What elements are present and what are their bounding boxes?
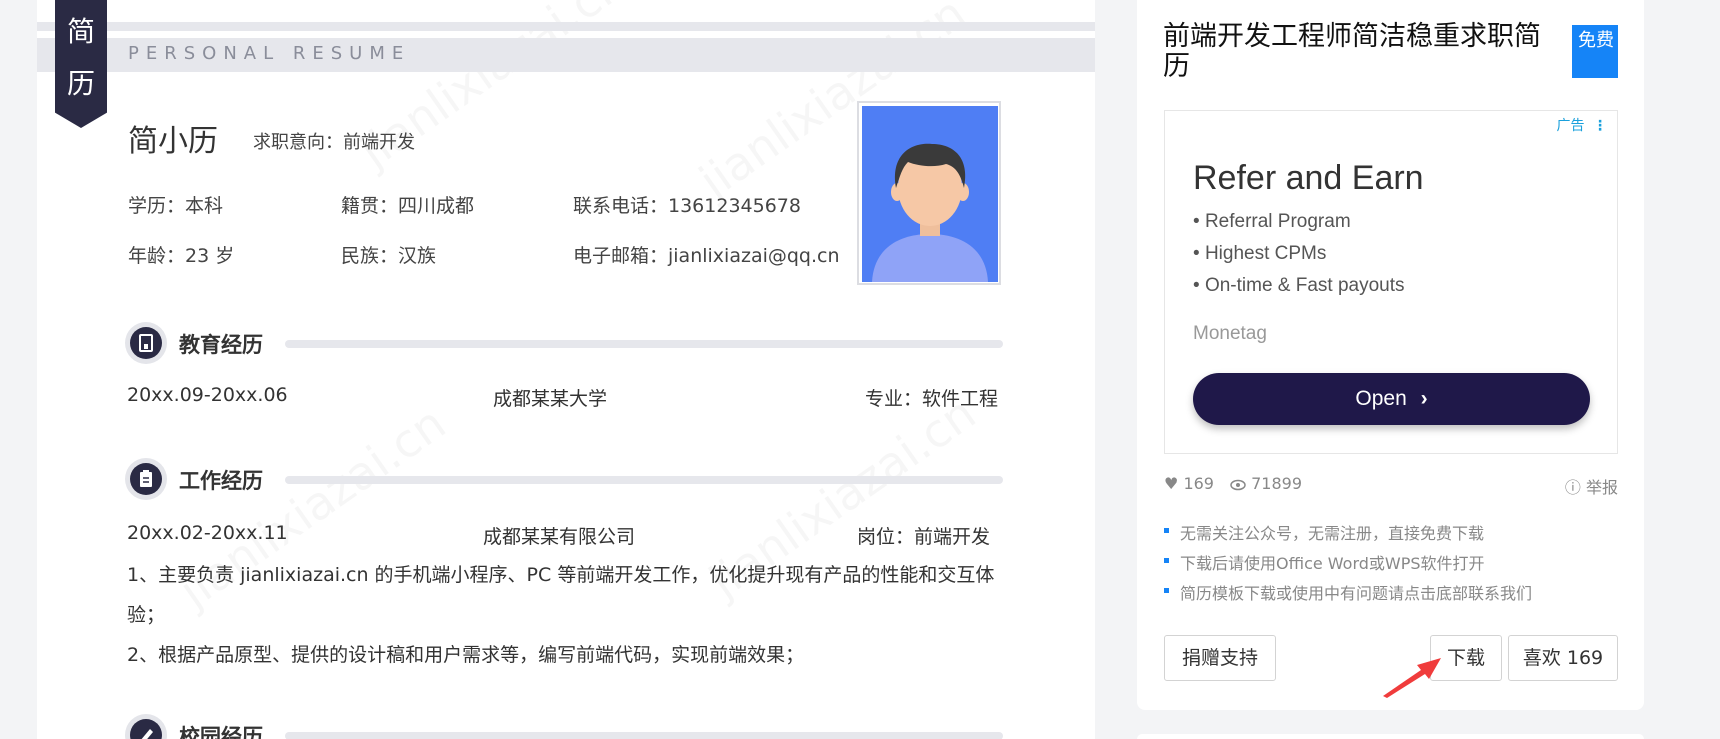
info-education: 学历：本科: [128, 195, 224, 217]
campus-icon: [130, 719, 162, 739]
ad-tag-text: 广告: [1556, 118, 1585, 134]
heart-icon: ♥: [1164, 474, 1179, 493]
work-duty: 1、主要负责 jianlixiazai.cn 的手机端小程序、PC 等前端开发工…: [127, 564, 995, 626]
section-divider: [285, 476, 1003, 484]
like-button[interactable]: 喜欢 169: [1508, 635, 1618, 681]
section-work-header: 工作经历: [125, 458, 1003, 502]
job-intent: 求职意向：前端开发: [253, 132, 415, 153]
ad-bullet-item: • On-time & Fast payouts: [1193, 275, 1405, 296]
likes-stat: ♥ 169: [1164, 474, 1214, 493]
section-title: 工作经历: [179, 469, 263, 493]
section-circle: [125, 458, 167, 500]
section-divider: [285, 732, 1003, 739]
work-period: 20xx.02-20xx.11: [127, 522, 288, 544]
free-badge: 免费: [1572, 25, 1618, 78]
education-period: 20xx.09-20xx.06: [127, 384, 288, 406]
template-stats: ♥ 169 71899 ⓘ 举报: [1164, 474, 1618, 498]
info-icon: ⓘ: [1564, 478, 1581, 497]
info-age: 年龄：23 岁: [128, 245, 235, 267]
ad-title: Refer and Earn: [1193, 159, 1424, 197]
ad-brand: Monetag: [1193, 323, 1267, 344]
section-campus-header: 校园经历: [125, 714, 1003, 739]
tip-item: 无需关注公众号，无需注册，直接免费下载: [1164, 520, 1532, 550]
info-hometown: 籍贯：四川成都: [341, 195, 475, 217]
template-title: 前端开发工程师简洁稳重求职简历: [1163, 21, 1541, 82]
profile-photo: [857, 101, 1001, 285]
more-options-icon[interactable]: ⋮: [1593, 118, 1607, 134]
ad-bullet-item: • Referral Program: [1193, 211, 1351, 232]
education-school: 成都某某大学: [493, 388, 608, 410]
donate-button[interactable]: 捐赠支持: [1164, 635, 1276, 681]
chevron-right-icon: ›: [1420, 387, 1428, 410]
views-count: 71899: [1251, 474, 1302, 493]
tip-item: 简历模板下载或使用中有问题请点击底部联系我们: [1164, 580, 1532, 610]
header-strip: [37, 22, 1095, 31]
pointer-arrow-icon: [1383, 658, 1441, 698]
ad-label[interactable]: 广告 ⋮: [1557, 115, 1607, 135]
resume-name: 简小历: [128, 124, 218, 159]
work-company: 成都某某有限公司: [483, 526, 636, 548]
education-icon: [130, 327, 162, 359]
ad-block[interactable]: 广告 ⋮ Refer and Earn • Referral Program •…: [1164, 110, 1618, 454]
work-duty: 2、根据产品原型、提供的设计稿和用户需求等，编写前端代码，实现前端效果；: [127, 644, 805, 666]
eye-icon: [1230, 479, 1246, 490]
section-divider: [285, 340, 1003, 348]
ad-open-button[interactable]: Open ›: [1193, 373, 1590, 425]
resume-ribbon: 简 历: [55, 0, 107, 128]
section-education-header: 教育经历: [125, 322, 1003, 366]
report-link[interactable]: ⓘ 举报: [1565, 474, 1618, 498]
tip-item: 下载后请使用Office Word或WPS软件打开: [1164, 550, 1532, 580]
ribbon-char: 历: [66, 67, 95, 100]
section-title: 校园经历: [179, 725, 263, 739]
info-email: 电子邮箱：jianlixiazai@qq.cn: [573, 245, 840, 267]
ad-bullet-item: • Highest CPMs: [1193, 243, 1327, 264]
work-position: 岗位：前端开发: [857, 526, 991, 548]
work-icon: [130, 463, 162, 495]
info-ethnicity: 民族：汉族: [341, 245, 437, 267]
likes-count: 169: [1183, 474, 1214, 493]
ribbon-char: 简: [66, 15, 95, 48]
section-circle: [125, 322, 167, 364]
ad-open-label: Open: [1355, 387, 1407, 410]
info-phone: 联系电话：13612345678: [573, 195, 801, 217]
template-sidebar: 前端开发工程师简洁稳重求职简历 免费 广告 ⋮ Refer and Earn •…: [1137, 0, 1644, 710]
download-tips: 无需关注公众号，无需注册，直接免费下载 下载后请使用Office Word或WP…: [1164, 520, 1532, 610]
sidebar-next-card: [1137, 734, 1644, 739]
banner-text: PERSONAL RESUME: [128, 43, 411, 64]
resume-preview: jianlixiazai.cn jianlixiazai.cn jianlixi…: [37, 0, 1095, 739]
education-major: 专业：软件工程: [865, 388, 999, 410]
views-stat: 71899: [1230, 474, 1302, 493]
section-circle: [125, 714, 167, 739]
section-title: 教育经历: [179, 333, 263, 357]
report-label: 举报: [1585, 478, 1618, 497]
